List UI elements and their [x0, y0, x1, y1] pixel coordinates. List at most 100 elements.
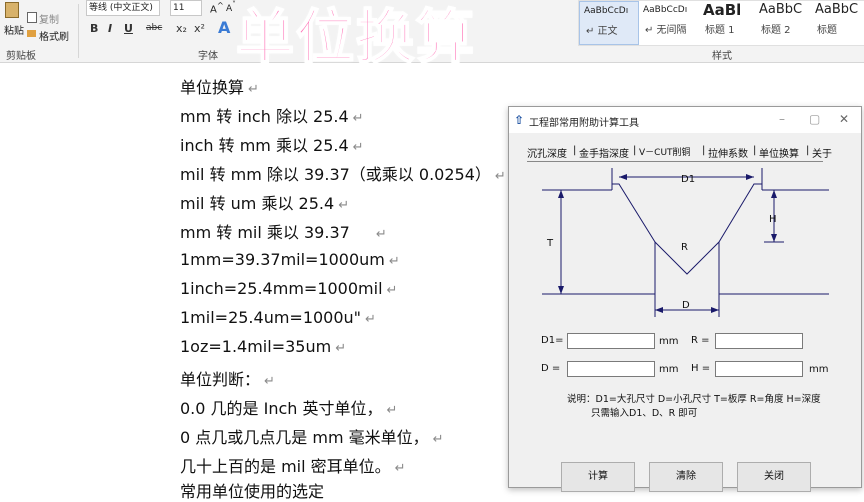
dialog-title: 工程部常用附助计算工具	[529, 118, 639, 129]
style-sample: AaBbC	[759, 2, 803, 17]
style-sample: AaBbCcDı	[643, 5, 688, 15]
calculate-button[interactable]: 计算	[561, 462, 635, 492]
font-size-combo[interactable]: 11	[170, 0, 202, 16]
tab-separator: |	[702, 145, 706, 156]
copy-icon	[27, 12, 37, 23]
h-output[interactable]	[715, 361, 803, 377]
instruction-note: 说明：D1=大孔尺寸 D=小孔尺寸 T=板厚 R=角度 H=深度	[567, 394, 821, 405]
styles-gallery: AaBbCcDı ↵ 正文 AaBbCcDı ↵ 无间隔 AaBl 标题 1 A…	[578, 0, 864, 46]
dialog-titlebar[interactable]: ⇧ 工程部常用附助计算工具 – ▢ ✕	[509, 107, 861, 133]
clipboard-group: 粘贴 复制 格式刷 剪贴板	[0, 0, 76, 62]
minimize-icon[interactable]: –	[779, 112, 785, 126]
text-effect-button[interactable]: A	[218, 18, 230, 37]
font-name-combo[interactable]: 等线 (中文正文)	[86, 0, 160, 16]
superscript-button[interactable]: x²	[194, 22, 205, 35]
italic-button[interactable]: I	[108, 22, 112, 35]
bore-profile-right	[718, 183, 763, 294]
tab-gold-finger-depth[interactable]: 金手指深度	[579, 145, 629, 160]
underline-button[interactable]: U	[124, 22, 133, 35]
style-name: 标题 2	[761, 25, 791, 36]
copy-button[interactable]: 复制	[39, 11, 59, 26]
style-no-spacing[interactable]: AaBbCcDı ↵ 无间隔	[639, 1, 695, 45]
tab-separator: |	[806, 145, 810, 156]
doc-line: 几十上百的是 mil 密耳单位。 ↵	[180, 457, 406, 476]
doc-line: inch 转 mm 乘以 25.4 ↵	[180, 136, 364, 155]
shrink-font-button[interactable]: A˅	[226, 0, 236, 14]
font-group-label: 字体	[198, 51, 218, 62]
doc-line: 1mil=25.4um=1000u" ↵	[180, 308, 376, 327]
doc-line: 单位换算 ↵	[180, 78, 259, 97]
format-painter-icon	[27, 30, 36, 37]
styles-group-label: 样式	[712, 51, 732, 62]
style-heading-1[interactable]: AaBl 标题 1	[699, 1, 755, 45]
format-painter-button[interactable]: 格式刷	[39, 28, 69, 43]
bold-button[interactable]: B	[90, 22, 98, 35]
doc-line: mil 转 um 乘以 25.4 ↵	[180, 194, 350, 213]
label-d1: D1	[681, 174, 695, 185]
style-name: ↵ 正文	[586, 26, 618, 37]
clipboard-group-label: 剪贴板	[6, 51, 36, 62]
banner-title: 单位换算	[235, 2, 477, 72]
d1-unit: mm	[659, 336, 679, 347]
d-input[interactable]	[567, 361, 655, 377]
paste-button[interactable]: 粘贴	[2, 0, 24, 37]
style-sample: AaBbCcDı	[584, 6, 629, 16]
doc-line: 1inch=25.4mm=1000mil ↵	[180, 279, 398, 298]
doc-line: mm 转 inch 除以 25.4 ↵	[180, 107, 364, 126]
tab-about[interactable]: 关于	[812, 145, 832, 160]
style-sample: AaBl	[703, 1, 742, 19]
doc-line: 0 点几或几点几是 mm 毫米单位， ↵	[180, 428, 444, 447]
bore-profile	[611, 183, 656, 294]
arrow-head	[711, 307, 719, 313]
style-sample: AaBbC	[815, 2, 859, 17]
instruction-note-2: 只需输入D1、D、R 即可	[591, 408, 698, 419]
label-r: R	[681, 242, 688, 253]
arrow-head	[558, 286, 564, 294]
arrow-head	[746, 174, 754, 180]
tab-counterbore-depth[interactable]: 沉孔深度	[527, 145, 567, 160]
r-input[interactable]	[715, 333, 803, 349]
style-normal[interactable]: AaBbCcDı ↵ 正文	[579, 1, 639, 45]
separator	[78, 4, 79, 58]
d1-label: D1=	[541, 335, 564, 346]
paste-icon	[5, 2, 19, 18]
tab-unit-conversion[interactable]: 单位换算	[759, 145, 799, 160]
close-icon[interactable]: ✕	[839, 112, 849, 126]
tab-separator: |	[753, 145, 757, 156]
d-label: D =	[541, 363, 561, 374]
tab-vcut-copper[interactable]: V－CUT削铜	[639, 145, 691, 158]
arrow-head	[771, 234, 777, 242]
font-group: 等线 (中文正文) 11 A^ A˅ B I U abc x₂ x² A 字体	[80, 0, 260, 62]
tab-separator: |	[633, 145, 637, 156]
arrow-head	[771, 190, 777, 198]
calculator-dialog: ⇧ 工程部常用附助计算工具 – ▢ ✕ 沉孔深度 | 金手指深度 | V－CUT…	[508, 106, 862, 492]
doc-line: 1oz=1.4mil=35um ↵	[180, 337, 347, 356]
close-button[interactable]: 关闭	[737, 462, 811, 492]
h-unit: mm	[809, 364, 829, 375]
r-label: R =	[691, 335, 710, 346]
paste-label: 粘贴	[4, 26, 24, 37]
style-name: 标题 1	[705, 25, 735, 36]
clear-button[interactable]: 清除	[649, 462, 723, 492]
arrow-head	[558, 190, 564, 198]
grow-font-button[interactable]: A^	[210, 0, 224, 15]
label-d: D	[682, 300, 690, 311]
tab-stretch-factor[interactable]: 拉伸系数	[708, 145, 748, 160]
style-title[interactable]: AaBbC 标题	[811, 1, 864, 45]
doc-line: 0.0 几的是 Inch 英寸单位， ↵	[180, 399, 398, 418]
arrow-head	[619, 174, 627, 180]
doc-line: mil 转 mm 除以 39.37（或乘以 0.0254） ↵	[180, 165, 506, 184]
maximize-icon[interactable]: ▢	[809, 112, 820, 126]
doc-line: 1mm=39.37mil=1000um ↵	[180, 250, 400, 269]
style-name: ↵ 无间隔	[645, 25, 687, 36]
label-t: T	[546, 238, 554, 249]
d-unit: mm	[659, 364, 679, 375]
arrow-head	[655, 307, 663, 313]
d1-input[interactable]	[567, 333, 655, 349]
subscript-button[interactable]: x₂	[176, 22, 187, 35]
doc-line: 单位判断： ↵	[180, 370, 275, 389]
doc-line: mm 转 mil 乘以 39.37 ↵	[180, 223, 387, 242]
strikethrough-button[interactable]: abc	[146, 23, 162, 33]
style-heading-2[interactable]: AaBbC 标题 2	[755, 1, 811, 45]
app-arrow-icon: ⇧	[514, 113, 525, 127]
